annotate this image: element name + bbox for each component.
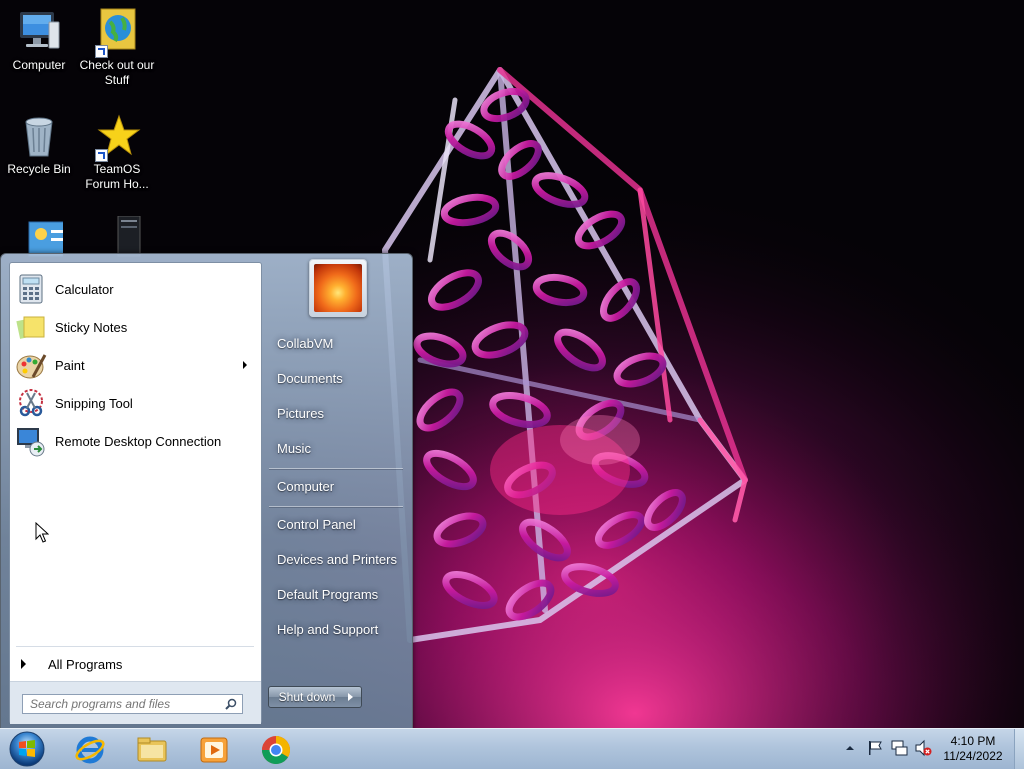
separator bbox=[16, 646, 254, 647]
desktop-icon-computer[interactable]: Computer bbox=[1, 8, 77, 73]
right-item-default-programs[interactable]: Default Programs bbox=[268, 579, 403, 611]
submenu-arrow-icon[interactable] bbox=[243, 361, 247, 369]
separator bbox=[269, 468, 403, 469]
sticky-notes-icon bbox=[15, 311, 47, 343]
taskbar-windows-explorer[interactable] bbox=[124, 731, 180, 767]
taskbar-chrome[interactable] bbox=[248, 731, 304, 767]
program-item-sticky-notes[interactable]: Sticky Notes bbox=[13, 309, 257, 345]
desktop-icon-label: Check out our Stuff bbox=[79, 58, 155, 87]
search-icon[interactable] bbox=[225, 698, 237, 710]
right-item-music[interactable]: Music bbox=[268, 433, 403, 465]
desktop-icon-check-out-our-stuff[interactable]: Check out our Stuff bbox=[79, 8, 155, 88]
shutdown-options-button[interactable] bbox=[340, 686, 362, 708]
computer-icon bbox=[15, 8, 63, 56]
chrome-icon bbox=[262, 736, 290, 764]
internet-explorer-icon bbox=[75, 736, 105, 764]
show-hidden-icons-icon[interactable] bbox=[845, 743, 855, 753]
right-item-control-panel[interactable]: Control Panel bbox=[268, 509, 403, 541]
network-icon[interactable] bbox=[890, 739, 908, 757]
paint-icon bbox=[15, 349, 47, 381]
taskbar: 4:10 PM 11/24/2022 bbox=[0, 728, 1024, 769]
shortcut-arrow-icon bbox=[95, 149, 108, 162]
mouse-cursor-icon bbox=[35, 522, 49, 543]
star-icon bbox=[93, 112, 141, 162]
all-programs-label: All Programs bbox=[48, 656, 123, 672]
right-item-help-and-support[interactable]: Help and Support bbox=[268, 614, 403, 646]
search-area bbox=[10, 681, 261, 724]
desktop-icon-label: Computer bbox=[12, 58, 66, 72]
program-item-remote-desktop[interactable]: Remote Desktop Connection bbox=[13, 423, 257, 459]
globe-document-icon bbox=[93, 8, 141, 58]
clock-time: 4:10 PM bbox=[950, 734, 996, 748]
desktop-icon-label: Recycle Bin bbox=[7, 162, 71, 176]
clock-date: 11/24/2022 bbox=[943, 749, 1003, 763]
program-item-label: Sticky Notes bbox=[55, 319, 128, 335]
user-account-picture[interactable] bbox=[309, 259, 367, 317]
desktop-icon-label: TeamOS Forum Ho... bbox=[85, 162, 149, 191]
right-item-pictures[interactable]: Pictures bbox=[268, 398, 403, 430]
start-menu: Calculator Sticky Notes Paint Snipping T… bbox=[0, 253, 413, 730]
desktop-icon-recycle-bin[interactable]: Recycle Bin bbox=[1, 112, 77, 177]
shutdown-button[interactable]: Shut down bbox=[268, 686, 346, 708]
right-item-documents[interactable]: Documents bbox=[268, 363, 403, 395]
program-item-label: Paint bbox=[55, 357, 85, 373]
program-item-label: Calculator bbox=[55, 281, 114, 297]
desktop-icon-teamos-forum[interactable]: TeamOS Forum Ho... bbox=[79, 112, 155, 192]
program-item-calculator[interactable]: Calculator bbox=[13, 271, 257, 307]
right-item-computer[interactable]: Computer bbox=[268, 471, 403, 503]
show-desktop-button[interactable] bbox=[1014, 729, 1024, 769]
start-button[interactable] bbox=[4, 730, 50, 768]
all-programs-button[interactable]: All Programs bbox=[18, 653, 254, 675]
windows-explorer-icon bbox=[137, 737, 167, 762]
search-input[interactable] bbox=[23, 695, 220, 713]
shortcut-arrow-icon bbox=[95, 45, 108, 58]
separator bbox=[269, 506, 403, 507]
recycle-bin-icon bbox=[15, 112, 63, 160]
program-item-label: Snipping Tool bbox=[55, 395, 133, 411]
right-item-collabvm[interactable]: CollabVM bbox=[268, 328, 403, 360]
search-box[interactable] bbox=[22, 694, 243, 714]
remote-desktop-icon bbox=[15, 425, 47, 457]
system-clock[interactable]: 4:10 PM 11/24/2022 bbox=[930, 734, 1016, 764]
program-item-paint[interactable]: Paint bbox=[13, 347, 257, 383]
start-menu-programs-pane: Calculator Sticky Notes Paint Snipping T… bbox=[9, 262, 262, 724]
right-item-devices-and-printers[interactable]: Devices and Printers bbox=[268, 544, 403, 576]
triangle-right-icon bbox=[21, 659, 26, 669]
program-item-label: Remote Desktop Connection bbox=[55, 433, 222, 449]
taskbar-media-player[interactable] bbox=[186, 731, 242, 767]
action-center-flag-icon[interactable] bbox=[866, 739, 884, 757]
snipping-tool-icon bbox=[15, 387, 47, 419]
taskbar-internet-explorer[interactable] bbox=[62, 731, 118, 767]
media-player-icon bbox=[200, 737, 228, 763]
calculator-icon bbox=[15, 273, 47, 305]
flower-picture bbox=[314, 264, 362, 312]
program-item-snipping-tool[interactable]: Snipping Tool bbox=[13, 385, 257, 421]
